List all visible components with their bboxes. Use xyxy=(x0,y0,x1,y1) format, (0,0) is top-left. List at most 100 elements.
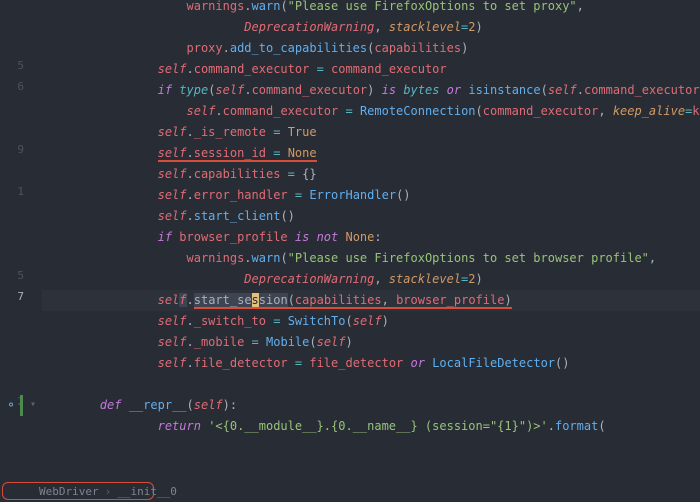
code-line[interactable]: self.start_session(capabilities, browser… xyxy=(42,290,700,311)
code-line[interactable]: DeprecationWarning, stacklevel=2) xyxy=(42,17,700,38)
fold-icon[interactable]: ▾ xyxy=(30,399,36,410)
token-punct: ( xyxy=(280,0,287,13)
token-punct: , xyxy=(598,104,612,118)
token-prop: warnings xyxy=(187,251,245,265)
token-func: start_client xyxy=(194,209,281,223)
breadcrumb-class[interactable]: WebDriver xyxy=(39,485,99,498)
code-line[interactable]: self.error_handler = ErrorHandler() xyxy=(42,185,700,206)
token-kw: or xyxy=(447,83,461,97)
code-line[interactable]: self.capabilities = {} xyxy=(42,164,700,185)
token-gl xyxy=(244,335,251,349)
token-func: RemoteConnection xyxy=(360,104,476,118)
code-line[interactable]: self.session_id = None xyxy=(42,143,700,164)
token-param2: keep_alive xyxy=(613,104,685,118)
annotation-underline: start_session(capabilities, browser_prof… xyxy=(194,293,512,309)
token-prop: command_executor xyxy=(194,62,310,76)
token-punct: : xyxy=(374,230,381,244)
token-self: f xyxy=(179,293,186,307)
token-gl xyxy=(439,83,446,97)
token-func: isinstance xyxy=(468,83,540,97)
token-gl xyxy=(288,356,295,370)
token-self: self xyxy=(548,83,577,97)
token-func: ErrorHandler xyxy=(309,188,396,202)
token-punct: , xyxy=(577,0,584,13)
token-prop: browser_profile xyxy=(179,230,287,244)
token-str: "Please use FirefoxOptions to set proxy" xyxy=(288,0,577,13)
token-punct: . xyxy=(244,0,251,13)
token-op: = xyxy=(345,104,352,118)
token-punct: ) xyxy=(346,335,353,349)
token-kw: if xyxy=(158,230,172,244)
token-builtin: bytes xyxy=(403,83,439,97)
token-gl xyxy=(324,62,331,76)
token-self: self xyxy=(187,104,216,118)
token-prop: _is_remote xyxy=(194,125,266,139)
token-self: self xyxy=(215,83,244,97)
token-gl xyxy=(280,314,287,328)
token-gl xyxy=(288,188,295,202)
token-punct: . xyxy=(187,209,194,223)
code-line[interactable]: proxy.add_to_capabilities(capabilities) xyxy=(42,38,700,59)
token-gl xyxy=(280,167,287,181)
token-param2: stacklevel xyxy=(389,20,461,34)
code-line[interactable]: self.command_executor = RemoteConnection… xyxy=(42,101,700,122)
token-gl xyxy=(309,62,316,76)
token-punct: . xyxy=(187,314,194,328)
code-editor[interactable]: warnings.warn("Please use FirefoxOptions… xyxy=(42,0,700,484)
code-line[interactable]: warnings.warn("Please use FirefoxOptions… xyxy=(42,0,700,17)
code-line[interactable]: self._switch_to = SwitchTo(self) xyxy=(42,311,700,332)
token-punct: . xyxy=(187,335,194,349)
token-func: add_to_capabilities xyxy=(230,41,367,55)
fold-column: ▾ xyxy=(28,0,42,502)
token-punct: ( xyxy=(476,104,483,118)
token-punct: ) xyxy=(476,272,483,286)
token-self: self xyxy=(158,314,187,328)
code-line[interactable]: warnings.warn("Please use FirefoxOptions… xyxy=(42,248,700,269)
token-punct: , xyxy=(374,20,388,34)
code-line[interactable]: self._mobile = Mobile(self) xyxy=(42,332,700,353)
line-number: 5 xyxy=(17,269,24,282)
token-punct: {} xyxy=(302,167,316,181)
code-line[interactable]: self.command_executor = command_executor xyxy=(42,59,700,80)
code-line[interactable]: self.start_client() xyxy=(42,206,700,227)
token-op: = xyxy=(288,167,295,181)
token-param2: stacklevel xyxy=(389,272,461,286)
token-prop: error_handler xyxy=(194,188,288,202)
code-line[interactable]: DeprecationWarning, stacklevel=2) xyxy=(42,269,700,290)
token-punct: () xyxy=(396,188,410,202)
code-line[interactable]: def __repr__(self): xyxy=(42,395,700,416)
token-self: self xyxy=(158,209,187,223)
token-punct: . xyxy=(187,167,194,181)
token-gl xyxy=(280,146,287,160)
token-self: self xyxy=(158,335,187,349)
token-func: warn xyxy=(252,0,281,13)
line-number: 6 xyxy=(17,80,24,93)
code-line[interactable]: self._is_remote = True xyxy=(42,122,700,143)
token-punct: . xyxy=(244,83,251,97)
code-line[interactable]: if browser_profile is not None: xyxy=(42,227,700,248)
token-gl xyxy=(353,104,360,118)
token-self: self xyxy=(158,146,187,160)
token-self: sel xyxy=(158,293,180,307)
token-punct: . xyxy=(187,125,194,139)
breadcrumb[interactable]: WebDriver › __init__0 xyxy=(2,482,154,500)
token-const: True xyxy=(288,125,317,139)
token-punct: ( xyxy=(280,251,287,265)
token-func: SwitchTo xyxy=(288,314,346,328)
token-punct: . xyxy=(215,104,222,118)
token-kw: return xyxy=(158,419,201,433)
token-gl xyxy=(259,335,266,349)
token-punct: ) xyxy=(476,20,483,34)
token-prop: command_executor xyxy=(252,83,368,97)
breadcrumb-method[interactable]: __init__0 xyxy=(117,485,177,498)
token-self: self xyxy=(158,62,187,76)
code-line[interactable]: if type(self.command_executor) is bytes … xyxy=(42,80,700,101)
token-func: format xyxy=(555,419,598,433)
code-line[interactable] xyxy=(42,374,700,395)
code-line[interactable]: self.file_detector = file_detector or Lo… xyxy=(42,353,700,374)
code-line[interactable]: return '<{0.__module__}.{0.__name__} (se… xyxy=(42,416,700,437)
token-func: Mobile xyxy=(266,335,309,349)
token-punct: ) xyxy=(461,41,468,55)
token-punct: () xyxy=(555,356,569,370)
token-kw: is xyxy=(382,83,396,97)
